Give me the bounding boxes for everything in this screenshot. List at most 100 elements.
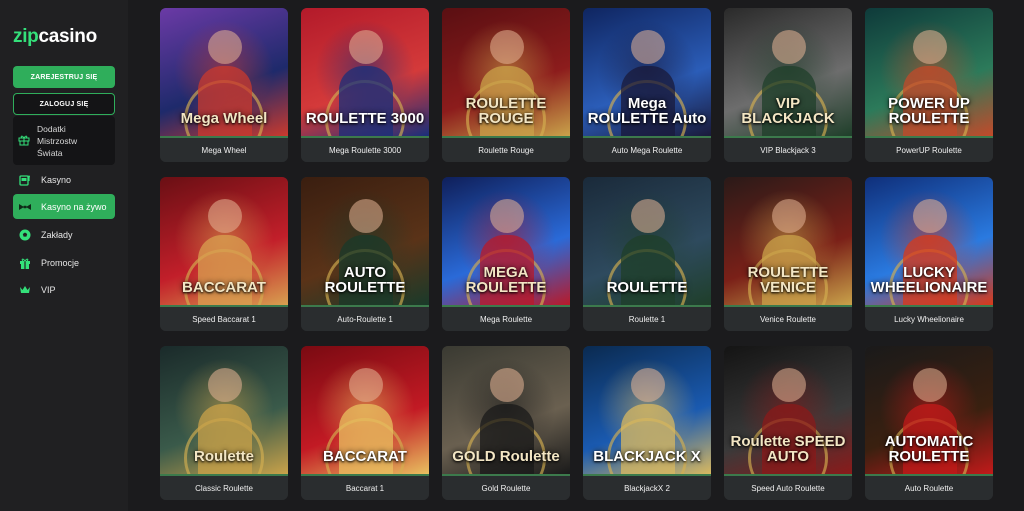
game-thumbnail[interactable]: ROULETTE ROUGE xyxy=(442,8,570,136)
dealer-head xyxy=(349,368,383,402)
game-thumbnail[interactable]: BACCARAT xyxy=(301,346,429,474)
nav-item-sports-betting[interactable]: Zakłady xyxy=(13,222,115,247)
game-title[interactable]: Speed Baccarat 1 xyxy=(160,305,288,331)
game-card-mega-roulette[interactable]: MEGA ROULETTE Mega Roulette xyxy=(442,177,570,331)
game-card-auto-roulette-1[interactable]: AUTO ROULETTE Auto-Roulette 1 xyxy=(301,177,429,331)
game-logo-text: Roulette xyxy=(194,448,254,465)
game-title[interactable]: Venice Roulette xyxy=(724,305,852,331)
game-thumbnail[interactable]: ROULETTE 3000 xyxy=(301,8,429,136)
game-thumbnail[interactable]: Roulette xyxy=(160,346,288,474)
game-title[interactable]: Auto Roulette xyxy=(865,474,993,500)
game-card-auto-roulette[interactable]: AUTOMATIC ROULETTE Auto Roulette xyxy=(865,346,993,500)
game-thumbnail[interactable]: GOLD Roulette xyxy=(442,346,570,474)
game-logo-text: LUCKY WHEELIONAIRE xyxy=(870,264,988,296)
game-card-roulette-1[interactable]: ROULETTE Roulette 1 xyxy=(583,177,711,331)
logo-prefix: zip xyxy=(13,26,39,47)
game-title[interactable]: Lucky Wheelionaire xyxy=(865,305,993,331)
dealer-head xyxy=(772,30,806,64)
game-card-powerup-roulette[interactable]: POWER UP ROULETTE PowerUP Roulette xyxy=(865,8,993,162)
promo-line-2: Mistrzostw xyxy=(37,136,78,146)
game-thumbnail[interactable]: ROULETTE VENICE xyxy=(724,177,852,305)
nav-item-promotions[interactable]: Promocje xyxy=(13,250,115,275)
nav-item-label: VIP xyxy=(41,284,56,295)
game-card-classic-roulette[interactable]: Roulette Classic Roulette xyxy=(160,346,288,500)
promo-line-3: Świata xyxy=(37,148,63,158)
login-button[interactable]: ZALOGUJ SIĘ xyxy=(13,93,115,115)
nav-item-live-casino[interactable]: Kasyno na żywo xyxy=(13,194,115,219)
game-title[interactable]: PowerUP Roulette xyxy=(865,136,993,162)
game-logo-text: ROULETTE VENICE xyxy=(747,264,829,296)
game-thumbnail[interactable]: BACCARAT xyxy=(160,177,288,305)
game-title[interactable]: Roulette 1 xyxy=(583,305,711,331)
nav-item-label: Promocje xyxy=(41,257,80,268)
register-button[interactable]: ZAREJESTRUJ SIĘ xyxy=(13,66,115,88)
dealer-head xyxy=(772,368,806,402)
game-thumbnail[interactable]: Mega ROULETTE Auto xyxy=(583,8,711,136)
game-card-mega-roulette-3000[interactable]: ROULETTE 3000 Mega Roulette 3000 xyxy=(301,8,429,162)
game-card-blackjackx-2[interactable]: BLACKJACK X BlackjackX 2 xyxy=(583,346,711,500)
game-thumbnail[interactable]: VIP BLACKJACK xyxy=(724,8,852,136)
game-title[interactable]: Auto-Roulette 1 xyxy=(301,305,429,331)
game-logo-text: VIP BLACKJACK xyxy=(741,95,835,127)
dealer-head xyxy=(490,30,524,64)
promo-text: Dodatki Mistrzostw Świata xyxy=(37,123,77,159)
game-logo-text: ROULETTE xyxy=(606,279,688,296)
nav-item-casino[interactable]: Kasyno xyxy=(13,167,115,192)
nav-item-label: Zakłady xyxy=(41,229,73,240)
game-thumbnail[interactable]: AUTO ROULETTE xyxy=(301,177,429,305)
game-logo-text: BACCARAT xyxy=(182,279,266,296)
sidebar: zipcasino ZAREJESTRUJ SIĘ ZALOGUJ SIĘ Do… xyxy=(0,0,128,511)
game-title[interactable]: BlackjackX 2 xyxy=(583,474,711,500)
game-thumbnail[interactable]: AUTOMATIC ROULETTE xyxy=(865,346,993,474)
game-thumbnail[interactable]: LUCKY WHEELIONAIRE xyxy=(865,177,993,305)
game-title[interactable]: Speed Auto Roulette xyxy=(724,474,852,500)
dealer-head xyxy=(913,368,947,402)
game-thumbnail[interactable]: BLACKJACK X xyxy=(583,346,711,474)
dealer-head xyxy=(490,199,524,233)
game-title[interactable]: Baccarat 1 xyxy=(301,474,429,500)
dealer-head xyxy=(631,368,665,402)
world-cup-bonus-promo[interactable]: Dodatki Mistrzostw Świata xyxy=(13,116,115,165)
game-card-vip-blackjack-3[interactable]: VIP BLACKJACK VIP Blackjack 3 xyxy=(724,8,852,162)
nav-item-label: Kasyno xyxy=(41,174,72,185)
gift-icon xyxy=(18,256,32,270)
dealer-head xyxy=(913,30,947,64)
game-logo-text: Roulette SPEED AUTO xyxy=(730,433,846,465)
game-card-lucky-wheelionaire[interactable]: LUCKY WHEELIONAIRE Lucky Wheelionaire xyxy=(865,177,993,331)
game-card-speed-auto-roulette[interactable]: Roulette SPEED AUTO Speed Auto Roulette xyxy=(724,346,852,500)
game-logo-text: POWER UP ROULETTE xyxy=(888,95,970,127)
game-card-gold-roulette[interactable]: GOLD Roulette Gold Roulette xyxy=(442,346,570,500)
nav-item-vip[interactable]: VIP xyxy=(13,277,115,302)
game-card-auto-mega-roulette[interactable]: Mega ROULETTE Auto Auto Mega Roulette xyxy=(583,8,711,162)
dealer-head xyxy=(631,30,665,64)
game-card-roulette-rouge[interactable]: ROULETTE ROUGE Roulette Rouge xyxy=(442,8,570,162)
game-title[interactable]: Mega Roulette xyxy=(442,305,570,331)
game-thumbnail[interactable]: POWER UP ROULETTE xyxy=(865,8,993,136)
game-title[interactable]: Mega Wheel xyxy=(160,136,288,162)
game-title[interactable]: Roulette Rouge xyxy=(442,136,570,162)
game-thumbnail[interactable]: ROULETTE xyxy=(583,177,711,305)
slot-machine-icon xyxy=(18,173,32,187)
game-title[interactable]: Gold Roulette xyxy=(442,474,570,500)
soccer-ball-icon xyxy=(18,228,32,242)
game-logo-text: AUTOMATIC ROULETTE xyxy=(884,433,974,465)
game-card-mega-wheel[interactable]: Mega Wheel Mega Wheel xyxy=(160,8,288,162)
game-logo-text: ROULETTE ROUGE xyxy=(465,95,547,127)
brand-logo[interactable]: zipcasino xyxy=(13,26,97,48)
dealer-head xyxy=(208,30,242,64)
game-thumbnail[interactable]: Roulette SPEED AUTO xyxy=(724,346,852,474)
game-title[interactable]: Classic Roulette xyxy=(160,474,288,500)
game-title[interactable]: Mega Roulette 3000 xyxy=(301,136,429,162)
game-card-venice-roulette[interactable]: ROULETTE VENICE Venice Roulette xyxy=(724,177,852,331)
gift-icon xyxy=(18,135,30,146)
game-card-baccarat-1[interactable]: BACCARAT Baccarat 1 xyxy=(301,346,429,500)
game-card-speed-baccarat-1[interactable]: BACCARAT Speed Baccarat 1 xyxy=(160,177,288,331)
game-title[interactable]: VIP Blackjack 3 xyxy=(724,136,852,162)
game-thumbnail[interactable]: Mega Wheel xyxy=(160,8,288,136)
game-title[interactable]: Auto Mega Roulette xyxy=(583,136,711,162)
game-thumbnail[interactable]: MEGA ROULETTE xyxy=(442,177,570,305)
logo-suffix: casino xyxy=(38,26,98,47)
dealer-head xyxy=(913,199,947,233)
game-logo-text: Mega Wheel xyxy=(180,110,268,127)
dealer-head xyxy=(490,368,524,402)
